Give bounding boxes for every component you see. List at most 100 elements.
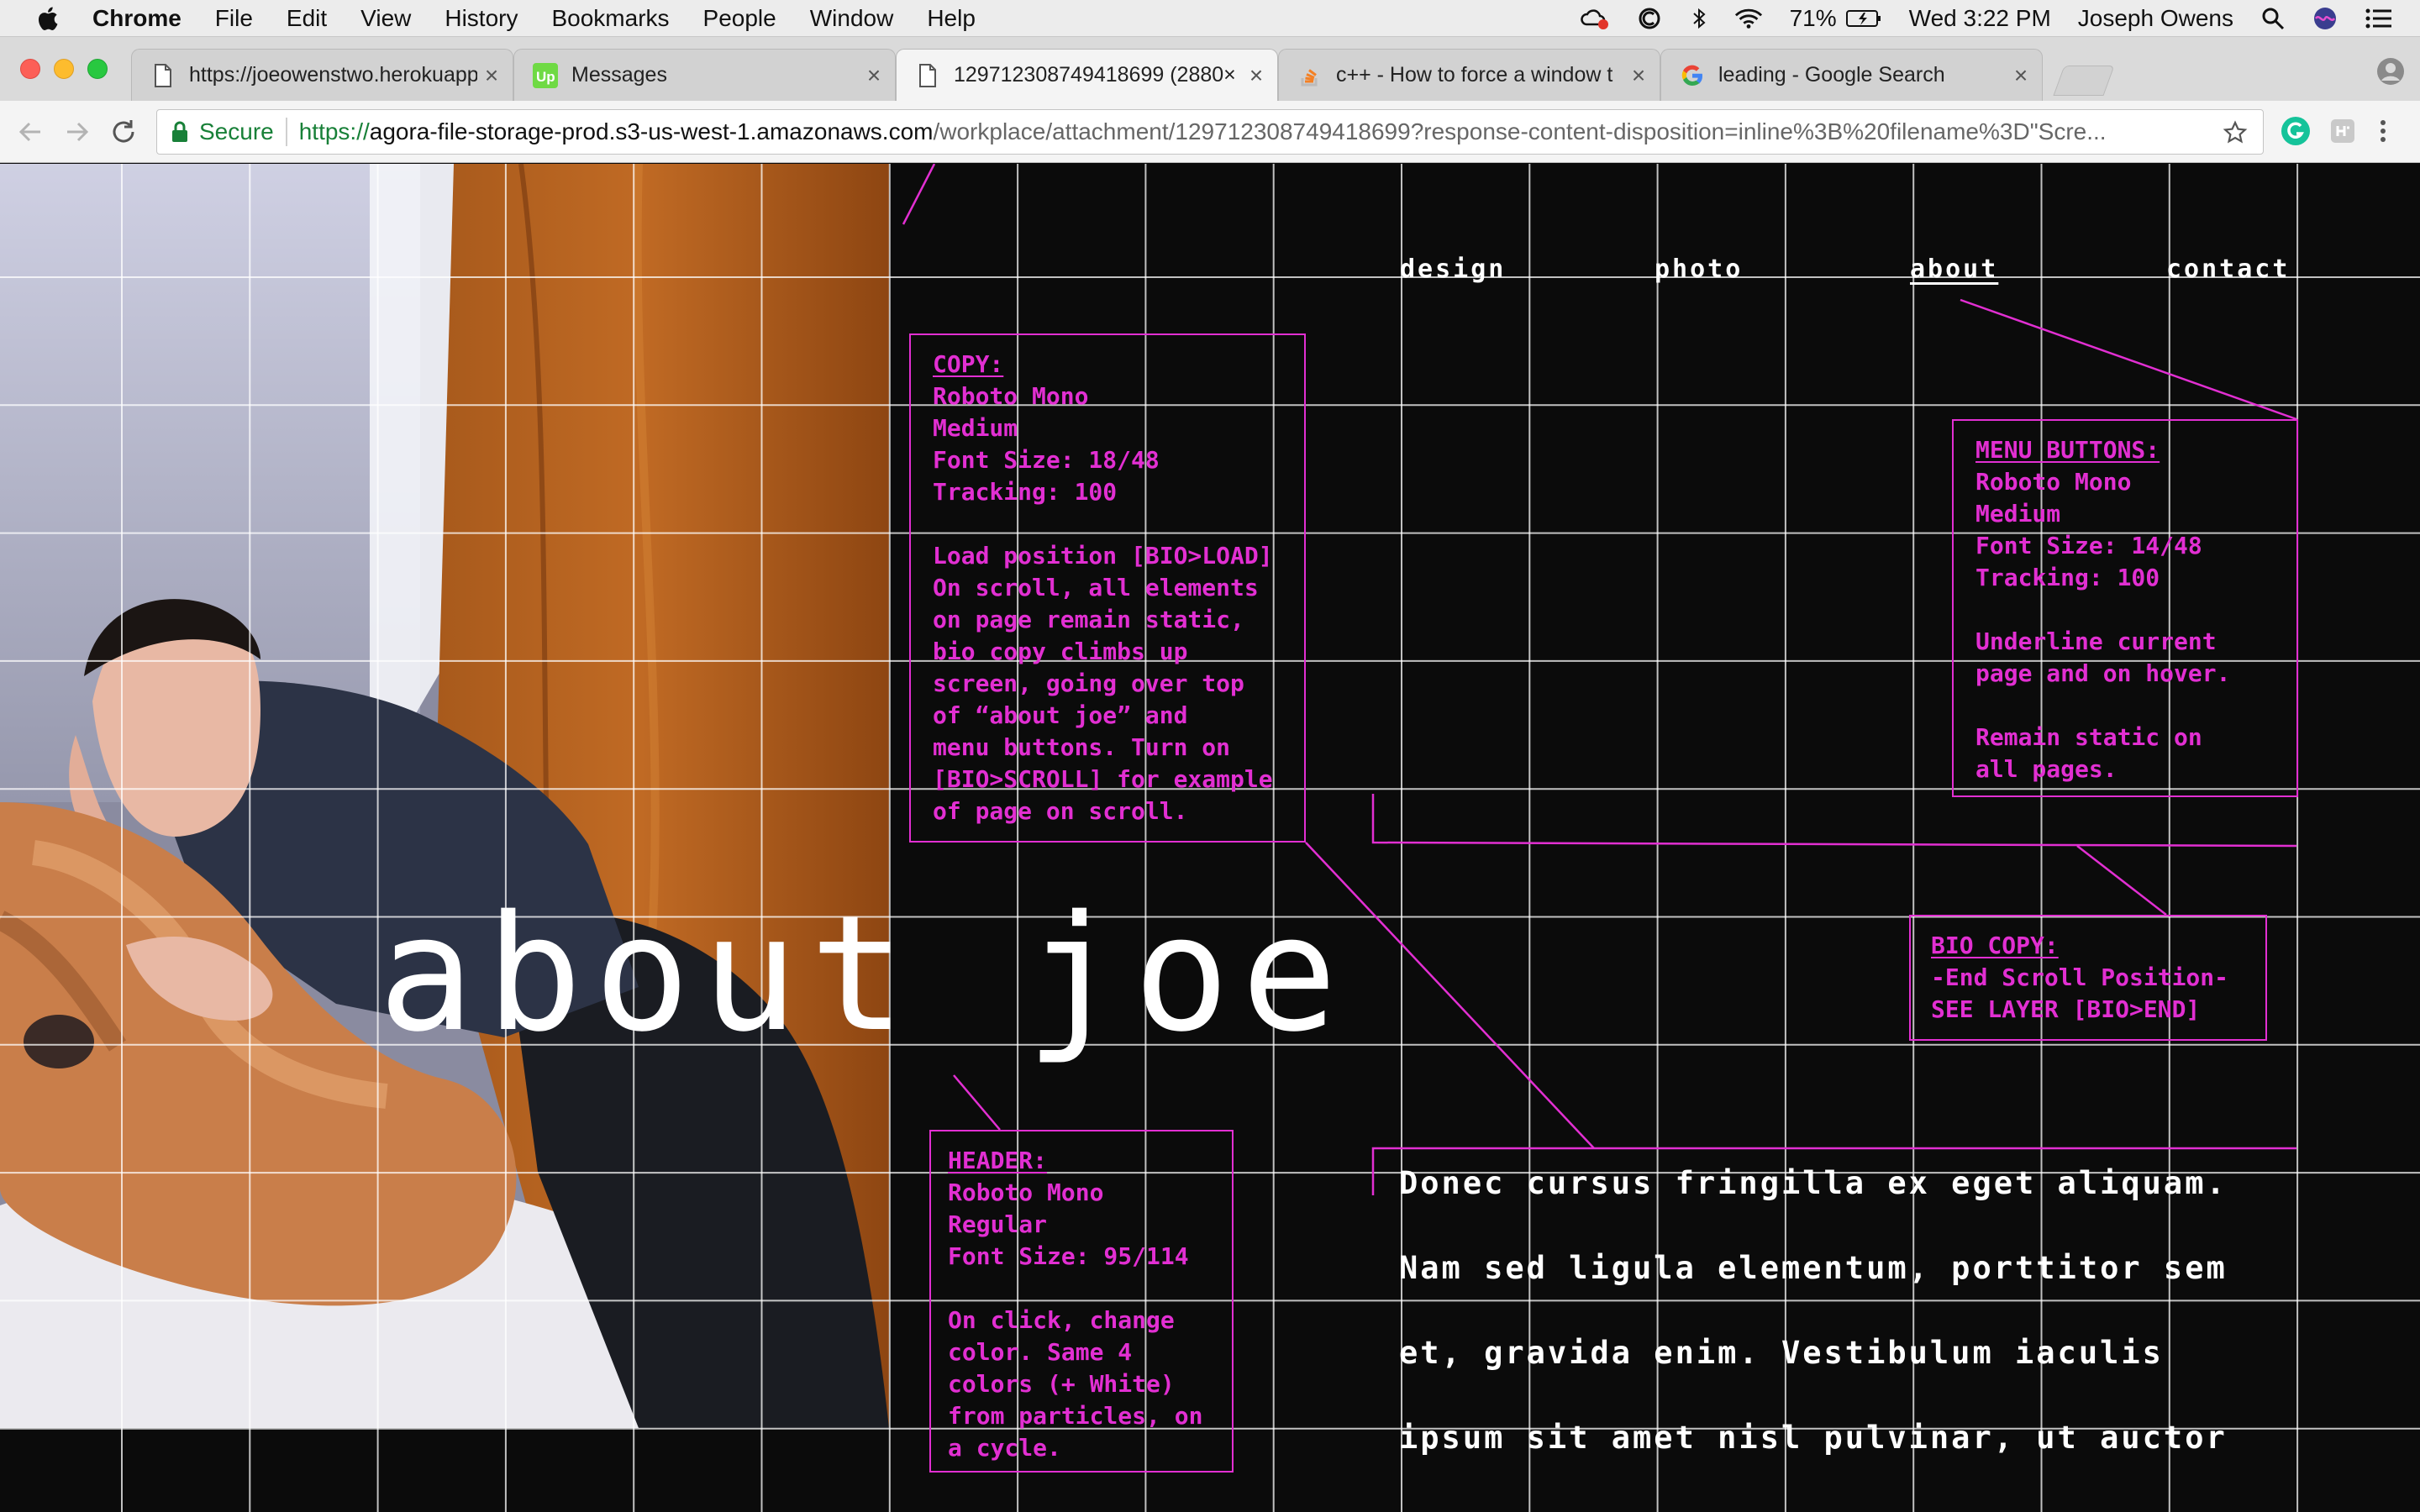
annotation-menu-buttons: MENU BUTTONS: Roboto Mono Medium Font Si…: [1952, 419, 2298, 797]
annotation-connector-line: [2076, 845, 2167, 916]
tab-messages[interactable]: Up Messages ×: [513, 49, 896, 101]
apple-menu-icon[interactable]: [35, 5, 59, 32]
annotation-copy-title: COPY:: [933, 350, 1004, 378]
annotation-bio-line: -End Scroll Position-: [1931, 963, 2229, 991]
bio-copy-line: ipsum sit amet nisl pulvinar, ut auctor: [1399, 1420, 2228, 1456]
annotation-copy: COPY: Roboto Mono Medium Font Size: 18/4…: [909, 333, 1306, 843]
tab-title: 129712308749418699 (2880×: [954, 63, 1236, 87]
reload-icon[interactable]: [108, 116, 139, 148]
annotation-header: HEADER: Roboto Mono Regular Font Size: 9…: [929, 1130, 1234, 1473]
annotation-connector-line: [1960, 298, 2297, 421]
tab-close-icon[interactable]: ×: [2012, 62, 2030, 89]
battery-charging-icon[interactable]: [1845, 6, 1882, 31]
annotation-copy-line: Roboto Mono: [933, 382, 1089, 410]
document-icon: [919, 63, 936, 87]
siri-icon[interactable]: [2312, 6, 2338, 31]
mockup-image-viewport: design photo about contact about joe COP…: [0, 164, 2420, 1512]
url-path: /workplace/attachment/129712308749418699…: [933, 118, 2107, 144]
annotation-menu-line: Tracking: 100: [1975, 564, 2160, 591]
extension-icon[interactable]: [2326, 114, 2360, 148]
site-nav-design[interactable]: design: [1400, 255, 1506, 284]
annotation-copy-line: Tracking: 100: [933, 478, 1118, 506]
tab-google-search[interactable]: leading - Google Search ×: [1660, 49, 2043, 101]
browser-tab-strip: https://joeowenstwo.herokuapp × Up Messa…: [0, 37, 2420, 101]
browser-toolbar: Secure https:// agora-file-storage-prod.…: [0, 101, 2420, 163]
bio-copy-line: et, gravida enim. Vestibulum iaculis: [1399, 1335, 2164, 1371]
profile-avatar-icon[interactable]: [2376, 57, 2405, 86]
annotation-bio-title: BIO COPY:: [1931, 932, 2059, 959]
tab-title: Messages: [571, 63, 667, 87]
menu-bar-status-area: 71% Wed 3:22 PM Joseph Owens: [1580, 0, 2420, 37]
annotation-copy-line: Font Size: 18/48: [933, 446, 1160, 474]
menu-user-name[interactable]: Joseph Owens: [2078, 5, 2233, 32]
tab-attachment-active[interactable]: 129712308749418699 (2880× ×: [896, 49, 1278, 101]
tab-stackoverflow[interactable]: c++ - How to force a window t ×: [1278, 49, 1660, 101]
annotation-header-line: Roboto Mono: [948, 1179, 1104, 1206]
grammarly-icon[interactable]: [2279, 114, 2312, 148]
chrome-menu-icon[interactable]: [2373, 114, 2393, 148]
address-bar[interactable]: Secure https:// agora-file-storage-prod.…: [156, 109, 2264, 155]
secure-label[interactable]: Secure: [199, 118, 274, 145]
menu-help[interactable]: Help: [927, 5, 976, 32]
window-zoom-button[interactable]: [87, 59, 108, 79]
creative-cloud-icon[interactable]: [1580, 6, 1608, 31]
forward-arrow-icon[interactable]: [60, 116, 92, 148]
tab-title: https://joeowenstwo.herokuapp: [189, 63, 477, 87]
tab-title: leading - Google Search: [1718, 63, 1945, 87]
window-close-button[interactable]: [20, 59, 40, 79]
site-nav-about[interactable]: about: [1910, 255, 1998, 284]
menu-people[interactable]: People: [703, 5, 776, 32]
spotlight-search-icon[interactable]: [2260, 6, 2286, 31]
tab-close-icon[interactable]: ×: [482, 62, 501, 89]
window-minimize-button[interactable]: [54, 59, 74, 79]
bio-copy-line: Donec cursus fringilla ex eget aliquam.: [1399, 1165, 2228, 1201]
document-icon: [155, 63, 171, 87]
menu-bookmarks[interactable]: Bookmarks: [551, 5, 669, 32]
annotation-header-line: Font Size: 95/114: [948, 1242, 1189, 1270]
annotation-menu-title: MENU BUTTONS:: [1975, 436, 2160, 464]
upwork-icon: Up: [533, 62, 558, 88]
tab-close-icon[interactable]: ×: [1247, 62, 1265, 89]
site-nav-contact[interactable]: contact: [2166, 255, 2290, 284]
url-host: agora-file-storage-prod.s3-us-west-1.ama…: [369, 118, 934, 144]
bookmark-star-icon[interactable]: [2223, 120, 2248, 145]
menu-window[interactable]: Window: [810, 5, 894, 32]
annotation-header-title: HEADER:: [948, 1147, 1048, 1174]
lock-icon: [172, 121, 187, 142]
page-heading[interactable]: about joe: [378, 895, 1349, 1054]
google-icon: [1681, 65, 1703, 86]
tab-heroku[interactable]: https://joeowenstwo.herokuapp ×: [131, 49, 513, 101]
battery-percent: 71%: [1789, 5, 1837, 31]
menu-view[interactable]: View: [360, 5, 411, 32]
site-nav-photo[interactable]: photo: [1655, 255, 1743, 284]
annotation-menu-line: Roboto Mono: [1975, 468, 2132, 496]
menu-app-name[interactable]: Chrome: [92, 5, 182, 32]
annotation-connector-line: [1371, 794, 2297, 848]
url-scheme: https://: [298, 118, 370, 144]
menu-history[interactable]: History: [445, 5, 518, 32]
wifi-icon[interactable]: [1734, 6, 1763, 31]
stackoverflow-icon: [1301, 68, 1318, 86]
notification-center-icon[interactable]: [2365, 6, 2393, 31]
menu-file[interactable]: File: [215, 5, 253, 32]
annotation-bio-copy: BIO COPY: -End Scroll Position- SEE LAYE…: [1909, 915, 2267, 1041]
annotation-bio-line: SEE LAYER [BIO>END]: [1931, 995, 2201, 1023]
omnibox-divider: [285, 118, 287, 146]
menu-edit[interactable]: Edit: [287, 5, 327, 32]
annotation-menu-line: Font Size: 14/48: [1975, 532, 2202, 559]
back-arrow-icon[interactable]: [15, 116, 47, 148]
annotation-copy-line: Medium: [933, 414, 1018, 442]
bluetooth-icon[interactable]: [1691, 6, 1707, 31]
menu-clock[interactable]: Wed 3:22 PM: [1909, 5, 2051, 32]
annotation-copy-paragraph: Load position [BIO>LOAD] On scroll, all …: [933, 542, 1273, 825]
tab-close-icon[interactable]: ×: [1629, 62, 1648, 89]
annotation-menu-paragraph: Underline current page and on hover.: [1975, 627, 2231, 687]
tab-title: c++ - How to force a window t: [1336, 63, 1613, 87]
tab-close-icon[interactable]: ×: [865, 62, 883, 89]
annotation-connector-line: [902, 164, 936, 225]
new-tab-button[interactable]: [2053, 66, 2115, 96]
bio-copy-line: Nam sed ligula elementum, porttitor sem: [1399, 1250, 2228, 1286]
sync-c-icon[interactable]: [1635, 6, 1664, 31]
annotation-header-paragraph: On click, change color. Same 4 colors (+…: [948, 1306, 1203, 1462]
annotation-header-line: Regular: [948, 1210, 1048, 1238]
